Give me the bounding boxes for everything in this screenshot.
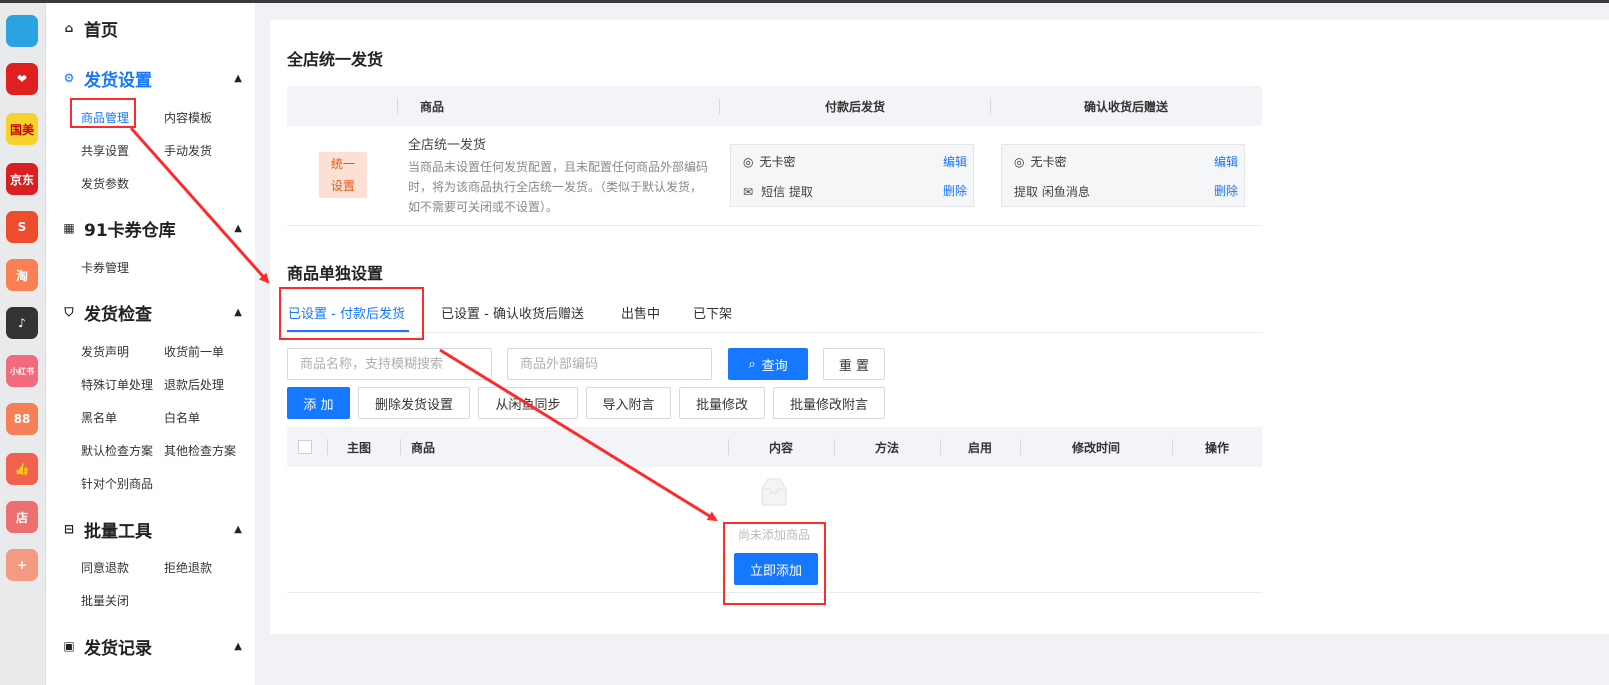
arrow-to-add-now bbox=[439, 348, 718, 522]
annotation-arrows bbox=[129, 127, 718, 522]
arrow-to-tab bbox=[129, 127, 270, 284]
